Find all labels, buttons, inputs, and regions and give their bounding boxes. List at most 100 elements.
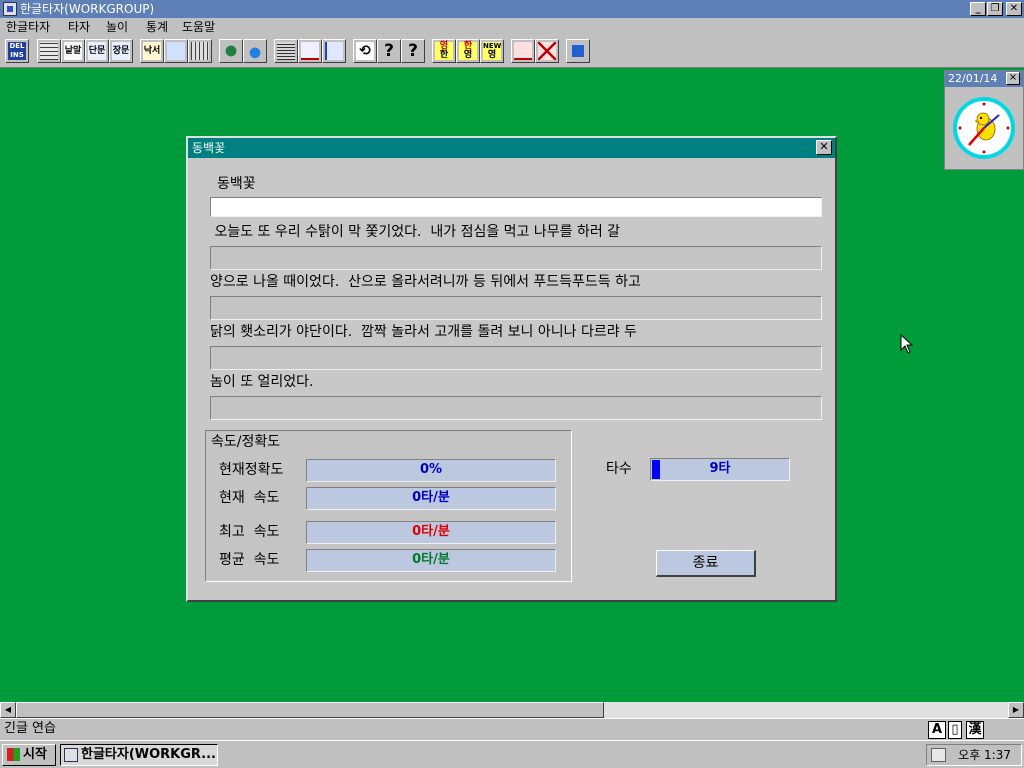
new-english-button[interactable]: NEW 영	[480, 39, 504, 63]
keycount-progress-fill	[652, 460, 660, 479]
typing-input-4[interactable]	[210, 396, 822, 420]
avg-speed-label: 평균 속도	[219, 552, 280, 568]
ime-hanja-indicator[interactable]: 漢	[966, 721, 984, 739]
scroll-left-arrow-icon[interactable]: ◀	[0, 702, 16, 718]
word-practice-button[interactable]: 낱말	[61, 39, 85, 63]
game-button[interactable]	[219, 39, 243, 63]
word-icon: 낱말	[64, 42, 82, 60]
eng-han-button[interactable]: 영한	[432, 39, 456, 63]
water-drop-icon	[246, 42, 264, 60]
exit-door-button[interactable]	[566, 39, 590, 63]
start-button[interactable]: 시작	[2, 744, 56, 766]
clock-date: 22/01/14	[948, 72, 998, 85]
end-button[interactable]: 종료	[656, 550, 756, 577]
line-chart-icon	[301, 42, 319, 60]
sound-on-button[interactable]	[511, 39, 535, 63]
dialog-title: 동백꽃	[192, 141, 226, 155]
max-speed-value: 0타/분	[306, 521, 556, 544]
short-sentence-icon: 단문	[88, 42, 106, 60]
long-sentence-button[interactable]: 장문	[109, 39, 133, 63]
clock-face-icon	[953, 97, 1015, 159]
typing-input-title[interactable]	[210, 197, 822, 217]
help-icon: ?	[384, 41, 394, 61]
keyboard-view-button[interactable]	[188, 39, 212, 63]
refresh-icon: ⟲	[356, 42, 374, 60]
taskbar-app-label: 한글타자(WORKGR...	[81, 747, 216, 762]
typing-input-1[interactable]	[210, 246, 822, 270]
export-icon	[167, 42, 185, 60]
del-ins-button[interactable]: DEL INS	[5, 39, 29, 63]
del-ins-icon: DEL INS	[8, 42, 26, 60]
keyboard-view-icon	[191, 42, 209, 60]
system-tray: 오후 1:37	[926, 744, 1022, 766]
clock-widget[interactable]: 22/01/14 ×	[944, 70, 1024, 170]
dialog-titlebar[interactable]: 동백꽃 ✕	[188, 138, 835, 158]
window-titlebar[interactable]: 한글타자(WORKGROUP) _ ❐ ✕	[0, 0, 1024, 18]
scribble-button[interactable]: 낙서	[140, 39, 164, 63]
sound-off-button[interactable]	[535, 39, 559, 63]
source-line-4: 놈이 또 얼리었다.	[210, 374, 314, 390]
menu-help[interactable]: 도움말	[182, 19, 215, 35]
max-speed-label: 최고 속도	[219, 524, 280, 540]
app-icon	[3, 2, 17, 16]
menu-stats[interactable]: 통계	[146, 19, 168, 35]
current-accuracy-label: 현재정확도	[219, 462, 284, 478]
long-sentence-icon: 장문	[112, 42, 130, 60]
scroll-right-arrow-icon[interactable]: ▶	[1008, 702, 1024, 718]
eng-han-icon: 영한	[435, 42, 453, 60]
export-button[interactable]	[164, 39, 188, 63]
clock-titlebar: 22/01/14 ×	[945, 71, 1023, 87]
bar-chart-icon	[325, 42, 343, 60]
record-chart-button[interactable]	[322, 39, 346, 63]
menu-bar: 한글타자 타자 놀이 통계 도움말	[0, 18, 1024, 36]
avg-speed-value: 0타/분	[306, 549, 556, 572]
ime-english-indicator[interactable]: A	[928, 721, 946, 739]
current-speed-value: 0타/분	[306, 487, 556, 510]
minimize-button[interactable]: _	[970, 2, 986, 16]
keyboard-practice-button[interactable]	[37, 39, 61, 63]
help-button[interactable]: ?	[377, 39, 401, 63]
keycount-label: 타수	[606, 461, 632, 477]
source-line-2: 양으로 나올 때이었다. 산으로 올라서려니까 등 뒤에서 푸드득푸드득 하고	[210, 274, 641, 290]
scrollbar-thumb[interactable]	[16, 702, 604, 718]
toolbar: DEL INS 낱말 단문 장문 낙서 ⟲ ? ? 영한 한영 NEW 영	[0, 36, 1024, 68]
speed-accuracy-group: 속도/정확도 현재정확도 0% 현재 속도 0타/분 최고 속도 0타/분 평균…	[205, 430, 572, 582]
restore-button[interactable]: ❐	[987, 2, 1003, 16]
ime-halfwidth-indicator[interactable]: ▯	[948, 721, 962, 739]
game-icon	[222, 42, 240, 60]
close-button[interactable]: ✕	[1006, 2, 1022, 16]
keycount-box: 9타	[650, 458, 790, 481]
current-accuracy-value: 0%	[306, 459, 556, 482]
scheduler-icon[interactable]	[931, 748, 946, 762]
current-speed-label: 현재 속도	[219, 490, 280, 506]
rain-game-button[interactable]	[243, 39, 267, 63]
refresh-button[interactable]: ⟲	[353, 39, 377, 63]
short-sentence-button[interactable]: 단문	[85, 39, 109, 63]
clock-close-button[interactable]: ×	[1006, 72, 1020, 85]
stats-keyboard-icon	[277, 42, 295, 60]
typing-input-3[interactable]	[210, 346, 822, 370]
typing-input-2[interactable]	[210, 296, 822, 320]
tray-clock[interactable]: 오후 1:37	[958, 747, 1011, 763]
han-eng-button[interactable]: 한영	[456, 39, 480, 63]
typing-dialog: 동백꽃 ✕ 동백꽃 오늘도 또 우리 수탉이 막 쫓기었다. 내가 점심을 먹고…	[186, 136, 837, 602]
mouse-cursor-icon	[900, 334, 914, 354]
door-icon	[569, 42, 587, 60]
source-line-1: 오늘도 또 우리 수탉이 막 쫓기었다. 내가 점심을 먹고 나무를 하러 갈	[210, 224, 621, 240]
horizontal-scrollbar[interactable]: ◀ ▶	[0, 702, 1024, 718]
taskbar: 시작 한글타자(WORKGR... 오후 1:37	[0, 740, 1024, 768]
han-eng-icon: 한영	[459, 42, 477, 60]
status-message: 긴글 연습	[4, 721, 56, 736]
status-bar: 긴글 연습 A ▯ 漢	[0, 718, 1024, 740]
menu-nori[interactable]: 놀이	[106, 19, 128, 35]
taskbar-app-button[interactable]: 한글타자(WORKGR...	[60, 744, 218, 766]
scribble-icon: 낙서	[143, 42, 161, 60]
sound-icon	[514, 42, 532, 60]
menu-hangeul-taja[interactable]: 한글타자	[6, 19, 50, 35]
stats-keyboard-button[interactable]	[274, 39, 298, 63]
context-help-button[interactable]: ?	[401, 39, 425, 63]
speed-chart-button[interactable]	[298, 39, 322, 63]
dialog-close-button[interactable]: ✕	[816, 140, 832, 155]
menu-taja[interactable]: 타자	[68, 19, 90, 35]
keycount-value: 9타	[709, 461, 731, 476]
